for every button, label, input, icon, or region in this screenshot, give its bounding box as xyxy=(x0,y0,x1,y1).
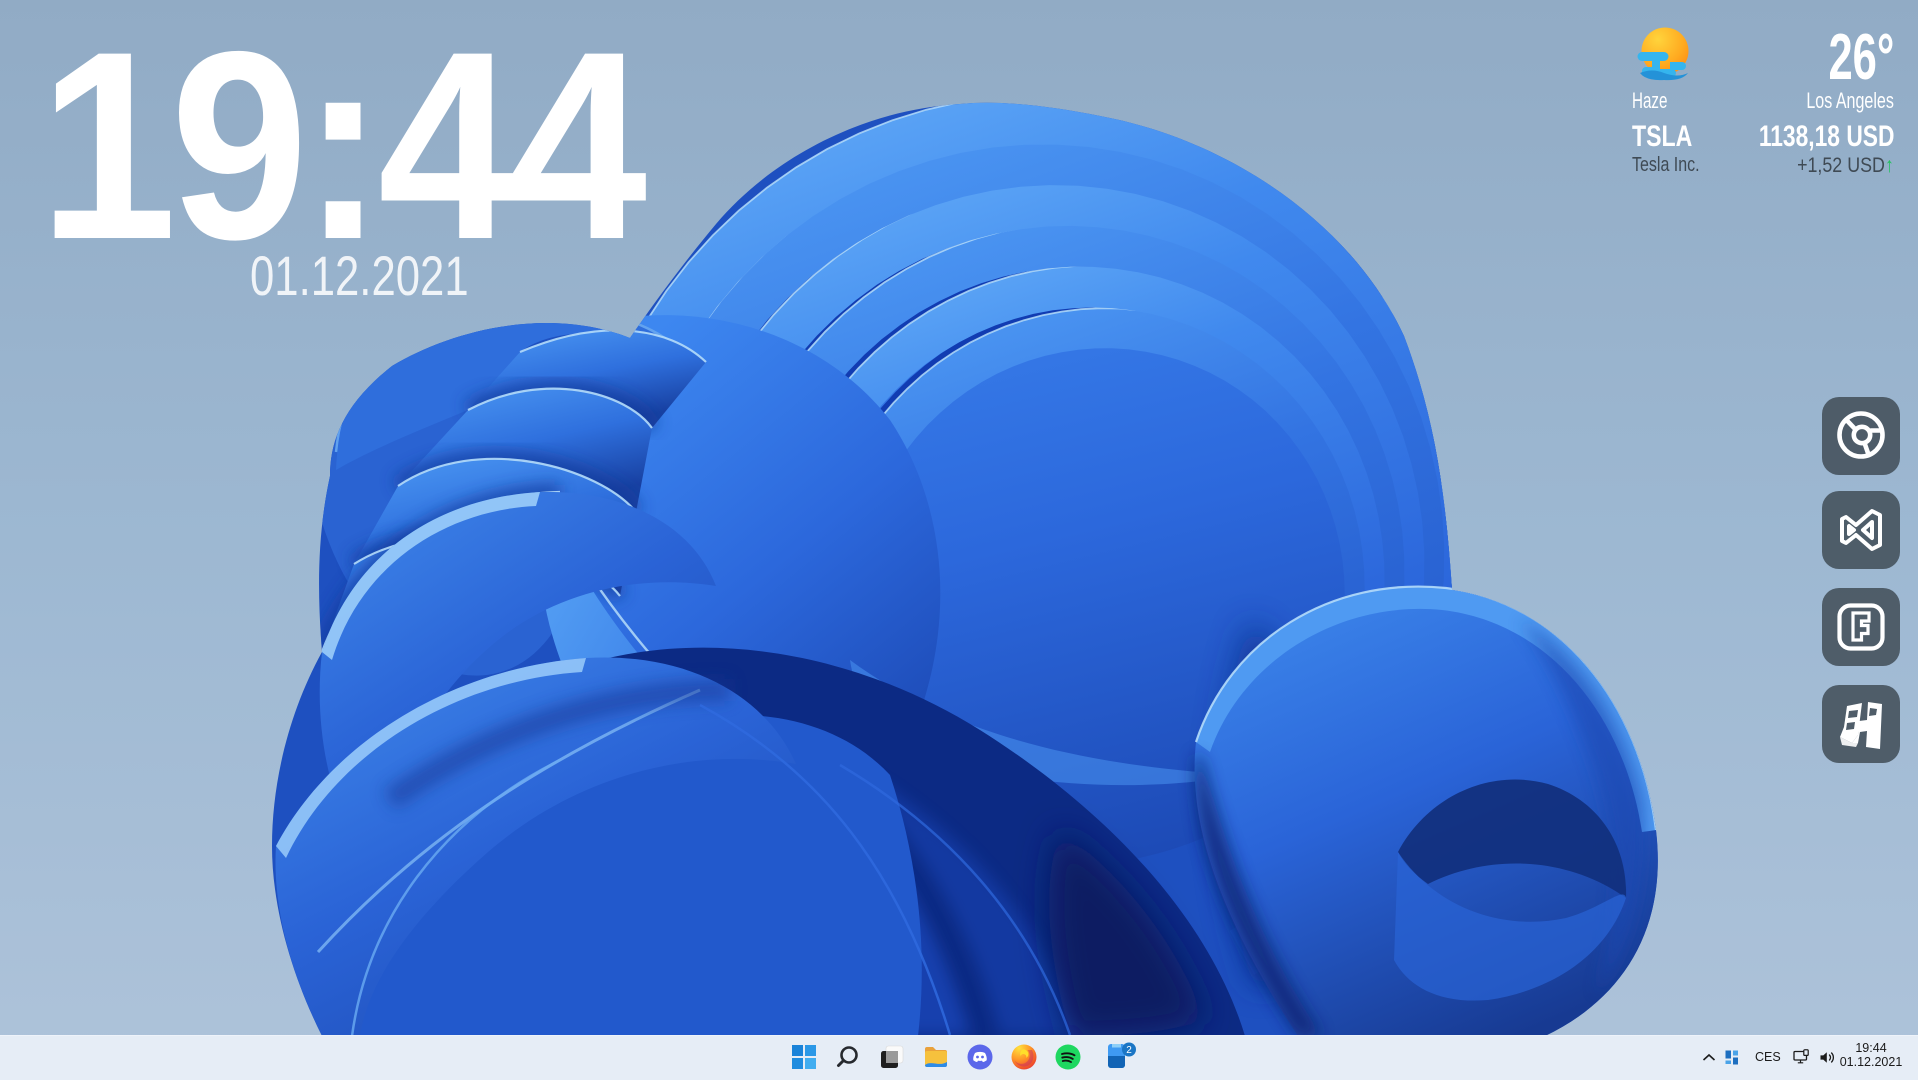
svg-text:2: 2 xyxy=(1126,1045,1132,1056)
